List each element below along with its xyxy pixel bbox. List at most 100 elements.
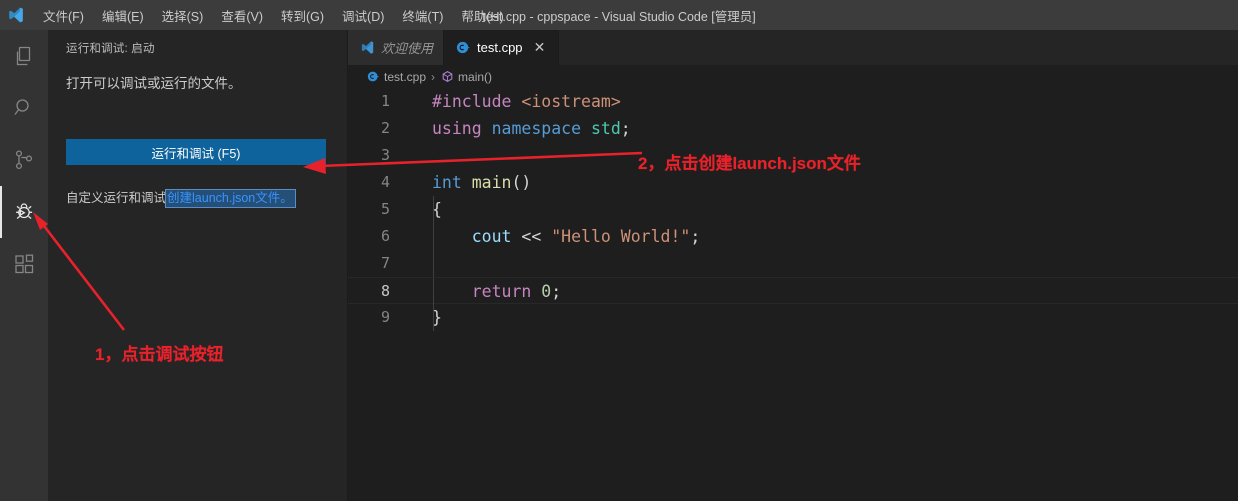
tab-label: test.cpp — [477, 40, 523, 55]
activity-run-and-debug[interactable] — [0, 186, 48, 238]
indent-guide — [433, 223, 434, 250]
tab-welcome[interactable]: 欢迎使用 — [348, 30, 445, 65]
activity-extensions[interactable] — [0, 238, 48, 290]
files-explorer-icon — [12, 44, 36, 68]
code-line-text — [410, 250, 432, 277]
breadcrumb: test.cpp › main() — [348, 65, 1238, 88]
vscode-logo-icon — [359, 40, 375, 56]
editor-tab-bar: 欢迎使用 test.cpp ✕ — [348, 30, 1238, 65]
source-control-icon — [12, 148, 36, 172]
menu-terminal[interactable]: 终端(T) — [393, 0, 452, 30]
code-line-text — [410, 142, 432, 169]
menu-debug[interactable]: 调试(D) — [333, 0, 393, 30]
indent-guide — [433, 250, 434, 277]
code-line[interactable]: 8 return 0; — [348, 277, 1238, 305]
menu-selection[interactable]: 选择(S) — [153, 0, 213, 30]
indent-guide — [433, 196, 434, 223]
activity-search[interactable] — [0, 82, 48, 134]
line-number: 4 — [380, 173, 390, 191]
line-number: 9 — [380, 308, 390, 326]
code-line[interactable]: 7 — [348, 250, 1238, 277]
vscode-logo-icon — [6, 5, 26, 25]
code-line[interactable]: 2 using namespace std; — [348, 115, 1238, 142]
breadcrumb-label: test.cpp — [384, 69, 427, 84]
editor-group: 欢迎使用 test.cpp ✕ test.cpp › main() 1 #inc… — [348, 30, 1238, 501]
code-token: <iostream> — [521, 92, 621, 111]
code-token: #include — [432, 92, 512, 111]
annotation-step-1-text: 1，点击调试按钮 — [95, 345, 224, 364]
code-line-text: } — [410, 304, 442, 331]
customize-run-and-debug-row: 自定义运行和调试创建launch.json文件。 — [66, 187, 336, 208]
tab-label: 欢迎使用 — [381, 41, 434, 56]
code-line[interactable]: 1 #include <iostream> — [348, 88, 1238, 115]
code-token: namespace — [491, 119, 582, 138]
code-line[interactable]: 9} — [348, 304, 1238, 331]
line-number: 2 — [380, 119, 390, 137]
line-number: 3 — [380, 146, 390, 164]
breadcrumb-label: main() — [458, 69, 493, 84]
extensions-icon — [12, 252, 36, 276]
vscode-window: 文件(F) 编辑(E) 选择(S) 查看(V) 转到(G) 调试(D) 终端(T… — [0, 0, 1238, 501]
menu-file[interactable]: 文件(F) — [34, 0, 93, 30]
menu-view[interactable]: 查看(V) — [212, 0, 272, 30]
search-icon — [12, 96, 36, 120]
close-icon[interactable]: ✕ — [532, 39, 548, 56]
code-line[interactable]: 6 cout << "Hello World!"; — [348, 223, 1238, 250]
cpp-file-icon — [366, 70, 380, 84]
sidebar-description: 打开可以调试或运行的文件。 — [66, 76, 242, 91]
code-token: () — [511, 173, 532, 192]
code-line-text: #include <iostream> — [410, 88, 621, 115]
cpp-file-icon — [455, 40, 471, 56]
line-number: 6 — [380, 227, 390, 245]
run-and-debug-sidebar: 运行和调试: 启动 打开可以调试或运行的文件。 运行和调试 (F5) 自定义运行… — [48, 30, 348, 501]
menu-bar[interactable]: 文件(F) 编辑(E) 选择(S) 查看(V) 转到(G) 调试(D) 终端(T… — [34, 0, 513, 30]
code-line[interactable]: 5{ — [348, 196, 1238, 223]
breadcrumb-separator: › — [431, 69, 436, 84]
activity-bar — [0, 30, 48, 501]
activity-explorer[interactable] — [0, 30, 48, 82]
code-line-text: { — [410, 196, 442, 223]
code-token: using — [432, 119, 482, 138]
activity-source-control[interactable] — [0, 134, 48, 186]
line-number: 7 — [380, 254, 390, 272]
code-token: cout — [471, 227, 512, 246]
line-number: 1 — [380, 92, 390, 110]
code-token: ; — [690, 227, 701, 246]
annotation-step-2-text: 2，点击创建launch.json文件 — [638, 154, 861, 173]
breadcrumb-item-symbol[interactable]: main() — [440, 70, 492, 84]
title-bar: 文件(F) 编辑(E) 选择(S) 查看(V) 转到(G) 调试(D) 终端(T… — [0, 0, 1238, 30]
line-number: 8 — [380, 282, 390, 300]
menu-go[interactable]: 转到(G) — [272, 0, 333, 30]
run-and-debug-button[interactable]: 运行和调试 (F5) — [66, 139, 326, 165]
code-token: "Hello World!" — [551, 227, 691, 246]
menu-edit[interactable]: 编辑(E) — [93, 0, 153, 30]
menu-help[interactable]: 帮助(H) — [452, 0, 512, 30]
line-number: 5 — [380, 200, 390, 218]
code-token: main — [471, 173, 512, 192]
tab-test-cpp[interactable]: test.cpp ✕ — [444, 30, 559, 65]
create-launch-json-link[interactable]: 创建launch.json文件。 — [165, 189, 296, 208]
code-token: return — [471, 282, 532, 301]
code-token: std — [590, 119, 621, 138]
code-line-text: int main() — [410, 169, 531, 196]
code-token: ; — [551, 282, 562, 301]
code-line-text: using namespace std; — [410, 115, 631, 142]
customize-label: 自定义运行和调试 — [66, 191, 167, 205]
breadcrumb-item-file[interactable]: test.cpp — [366, 70, 426, 84]
method-symbol-icon — [440, 70, 454, 84]
code-token: ; — [620, 119, 631, 138]
run-and-debug-icon — [11, 199, 37, 225]
code-token: 0 — [541, 282, 552, 301]
code-token: int — [432, 173, 462, 192]
code-line-text: cout << "Hello World!"; — [410, 223, 701, 250]
indent-guide — [433, 304, 434, 331]
indent-guide — [433, 278, 434, 305]
sidebar-header-title: 运行和调试: 启动 — [66, 43, 155, 55]
